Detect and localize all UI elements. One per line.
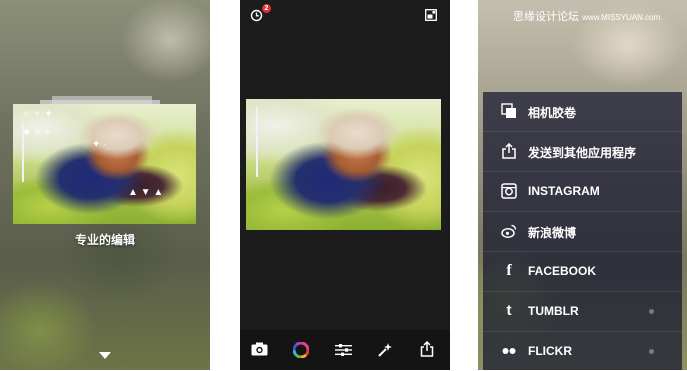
instagram-icon [501,183,517,199]
camera-roll-icon [501,103,516,118]
doodle-decoration: ✦ · [92,139,107,150]
watermark-text: 思缘设计论坛 [513,11,579,23]
share-sheet: 相机胶卷 发送到其他应用程序 INSTAGRAM 新浪微博 f FACEBOOK… [483,92,682,370]
sliders-icon[interactable] [335,344,352,356]
share-option-label: 相机胶卷 [528,106,577,120]
share-option-label: TUMBLR [528,304,579,318]
share-option-label: FACEBOOK [528,264,597,278]
feature-caption: 专业的编辑 [74,233,135,247]
share-option-weibo[interactable]: 新浪微博 [483,212,682,252]
compare-icon[interactable] [425,9,437,21]
facebook-icon: f [506,262,512,279]
doodle-decoration: ✧ ⚬ ✦ [22,109,53,120]
share-option-open-in[interactable]: 发送到其他应用程序 [483,132,682,172]
share-option-camera-roll[interactable]: 相机胶卷 [483,92,682,132]
share-option-label: INSTAGRAM [528,184,600,198]
watermark: 思缘设计论坛 www.MISSYUAN.com [513,8,660,24]
flickr-icon [502,348,516,354]
history-icon[interactable] [250,9,263,22]
history-badge: 2 [262,4,271,13]
doodle-decoration: ▲ ▼ ▲ [128,187,164,198]
sample-photo [13,104,196,224]
status-dot [649,349,654,354]
share-option-flickr[interactable]: FLICKR [483,332,682,371]
weibo-icon [501,224,517,238]
share-icon[interactable] [420,341,434,357]
triangle-down-icon[interactable] [99,352,111,359]
doodle-decoration: ★ ⟡ ✧ [22,127,52,138]
magic-wand-icon[interactable] [378,342,393,357]
open-in-icon [502,143,516,159]
share-option-label: 新浪微博 [528,226,577,240]
tumblr-icon: t [506,302,512,319]
camera-icon[interactable] [251,342,268,356]
share-option-instagram[interactable]: INSTAGRAM [483,172,682,212]
share-option-tumblr[interactable]: t TUMBLR [483,292,682,332]
status-dot [649,309,654,314]
share-option-label: FLICKR [528,344,572,358]
color-wheel-icon[interactable] [293,342,309,358]
editing-photo[interactable] [246,99,441,230]
share-option-label: 发送到其他应用程序 [528,146,637,160]
share-option-facebook[interactable]: f FACEBOOK [483,252,682,292]
watermark-url: www.MISSYUAN.com [582,13,661,22]
